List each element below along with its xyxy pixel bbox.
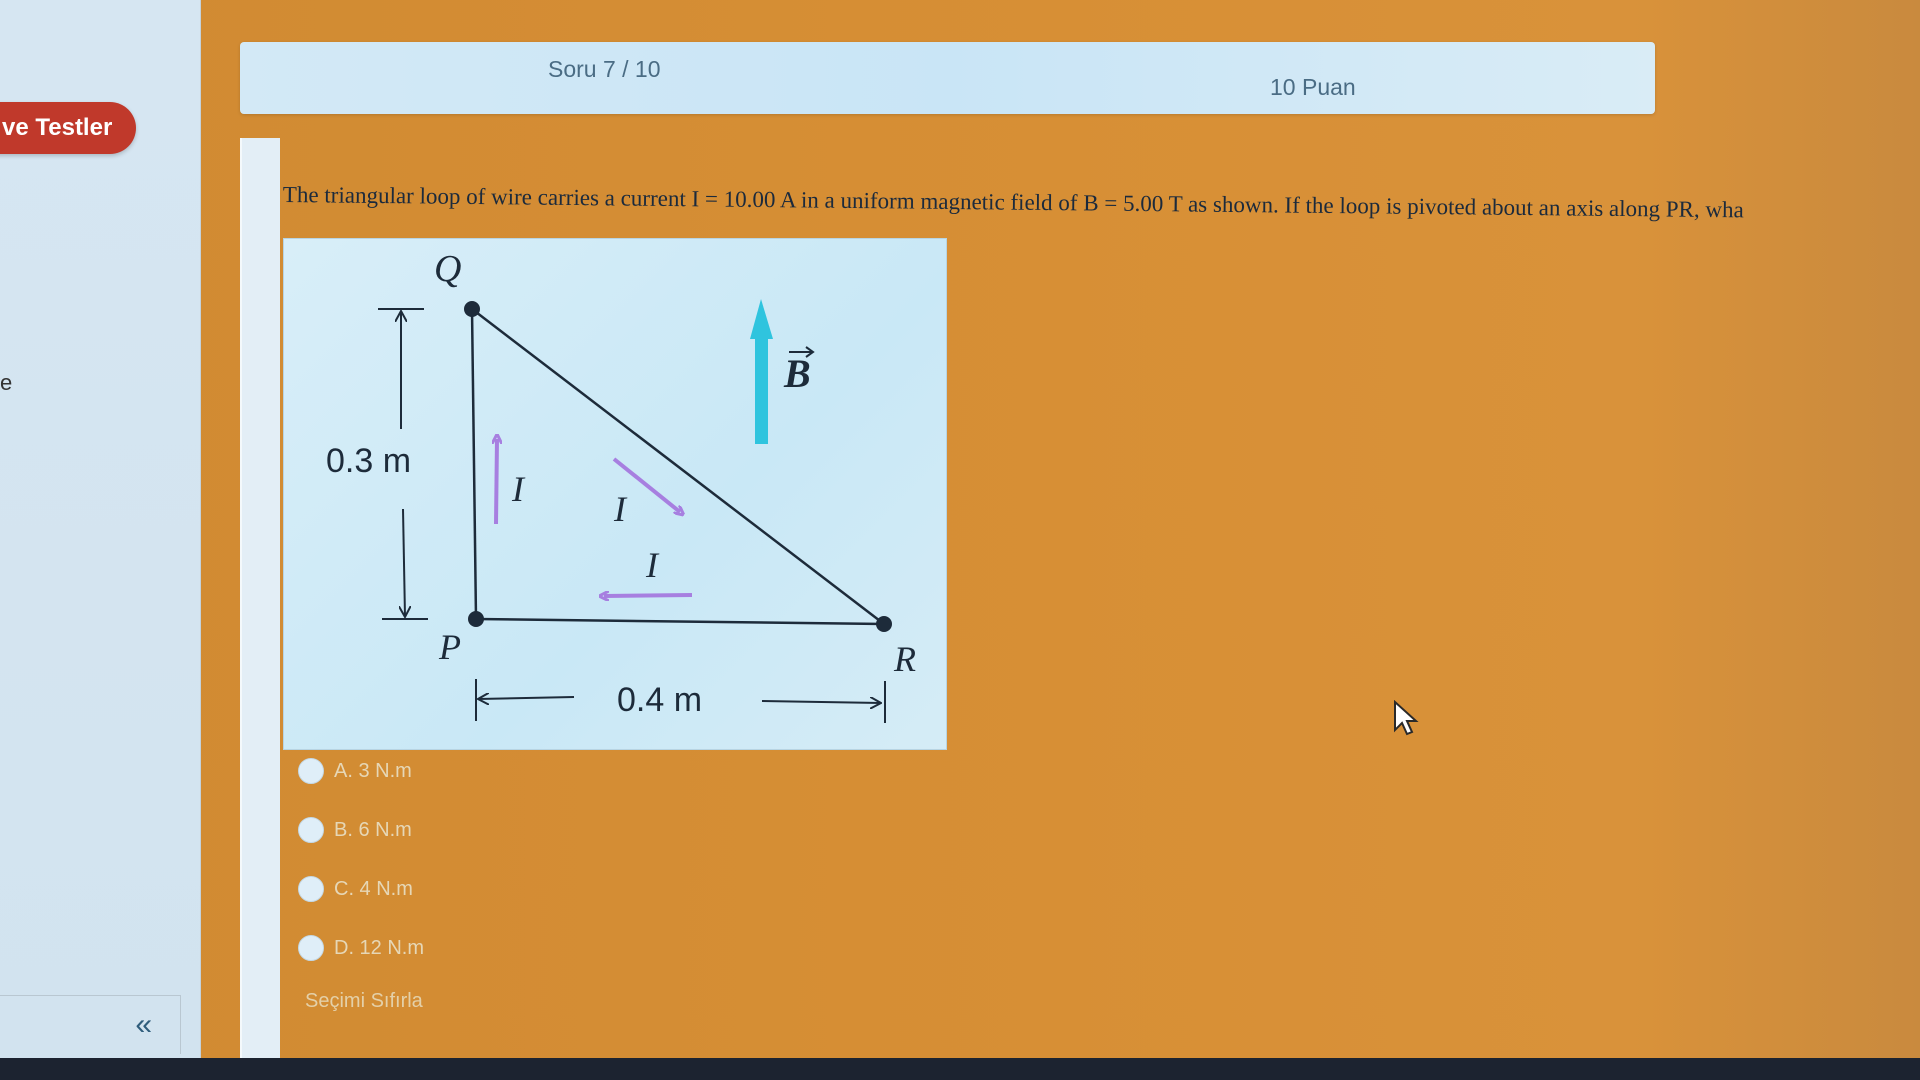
sidebar-tests-badge[interactable]: ve Testler xyxy=(0,102,137,154)
sidebar: ve Testler e « xyxy=(0,0,201,1060)
sidebar-footer: « xyxy=(0,995,181,1054)
mouse-pointer-icon xyxy=(1394,700,1419,736)
clear-choice-link[interactable]: Seçimi Sıfırla xyxy=(305,990,423,1013)
height-dimension-bottom-line xyxy=(403,508,405,617)
current-label-rp: I xyxy=(645,545,660,585)
current-arrow-pq xyxy=(496,439,497,525)
answer-option-label: A. 3 N.m xyxy=(334,759,412,782)
current-arrow-rp xyxy=(604,595,693,596)
triangle-loop-figure: Q P R 0.3 m 0.4 m I I I B xyxy=(283,238,947,750)
current-label-qr: I xyxy=(613,489,628,529)
quiz-screen: ve Testler e « Soru 7 / 10 10 Puan The t… xyxy=(0,0,1920,1080)
question-counter: Soru 7 / 10 xyxy=(548,56,661,82)
taskbar xyxy=(0,1058,1920,1080)
answer-options: A. 3 N.m B. 6 N.m C. 4 N.m D. 12 N.m xyxy=(298,756,424,992)
collapse-sidebar-button[interactable]: « xyxy=(135,1008,152,1042)
answer-option-d[interactable]: D. 12 N.m xyxy=(298,933,424,963)
wire-qr xyxy=(471,308,885,625)
triangle-loop-diagram: Q P R 0.3 m 0.4 m I I I B xyxy=(326,248,916,723)
question-header: Soru 7 / 10 10 Puan xyxy=(240,42,1655,114)
height-dimension-label: 0.3 m xyxy=(326,442,411,480)
magnetic-field-arrow-shaft xyxy=(755,334,768,444)
vertex-p-dot xyxy=(468,611,484,627)
vertex-q-dot xyxy=(464,301,480,317)
answer-option-c[interactable]: C. 4 N.m xyxy=(298,874,424,904)
width-dimension-label: 0.4 m xyxy=(617,681,702,719)
sidebar-item-fragment[interactable]: e xyxy=(0,370,12,396)
answer-option-label: B. 6 N.m xyxy=(334,818,412,841)
answer-option-label: D. 12 N.m xyxy=(334,936,425,959)
question-points: 10 Puan xyxy=(1270,74,1356,100)
content-panel-edge xyxy=(240,138,280,1060)
radio-button-a[interactable] xyxy=(298,758,324,784)
vertex-q-label: Q xyxy=(434,248,461,290)
radio-button-c[interactable] xyxy=(298,876,324,902)
answer-option-b[interactable]: B. 6 N.m xyxy=(298,815,424,845)
current-label-pq: I xyxy=(511,469,526,509)
magnetic-field-arrow-head xyxy=(750,299,773,339)
radio-button-d[interactable] xyxy=(298,935,324,961)
question-text: The triangular loop of wire carries a cu… xyxy=(282,182,1744,223)
answer-option-label: C. 4 N.m xyxy=(334,877,413,900)
width-dimension-left-line xyxy=(478,697,575,699)
vertex-p-label: P xyxy=(438,627,461,667)
answer-option-a[interactable]: A. 3 N.m xyxy=(298,756,424,786)
wire-pr xyxy=(475,617,885,626)
vertex-r-label: R xyxy=(893,639,916,679)
wire-pq xyxy=(470,308,478,620)
vertex-r-dot xyxy=(876,616,892,632)
width-dimension-right-line xyxy=(761,701,881,703)
radio-button-b[interactable] xyxy=(298,817,324,843)
magnetic-field-label: B xyxy=(783,351,811,396)
